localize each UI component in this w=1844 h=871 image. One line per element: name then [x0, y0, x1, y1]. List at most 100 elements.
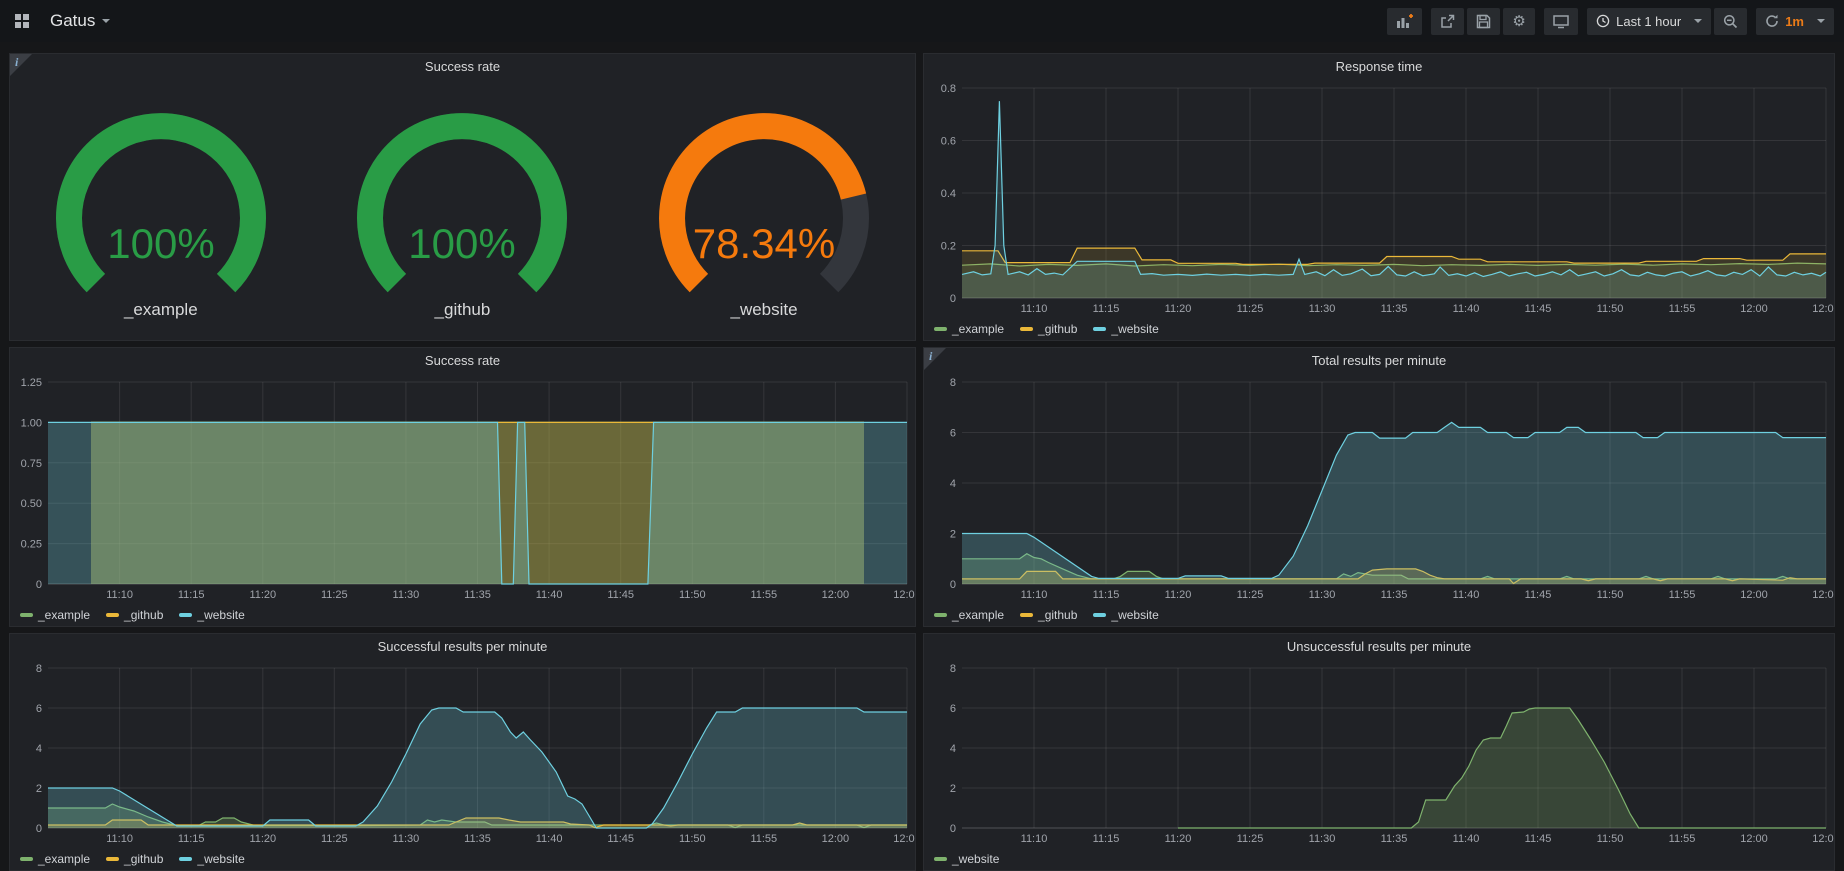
svg-text:11:55: 11:55 [750, 589, 777, 601]
panel-title[interactable]: Success rate [10, 348, 915, 374]
svg-text:11:20: 11:20 [249, 589, 276, 601]
panel-title[interactable]: Success rate [10, 54, 915, 80]
svg-text:11:55: 11:55 [1669, 833, 1696, 845]
zoom-out-button[interactable] [1714, 8, 1747, 35]
svg-text:11:40: 11:40 [536, 833, 563, 845]
svg-text:11:35: 11:35 [464, 833, 491, 845]
legend-label: _website [952, 852, 999, 866]
legend-swatch [1093, 613, 1106, 617]
legend-label: _website [197, 852, 244, 866]
svg-text:11:10: 11:10 [106, 833, 133, 845]
legend-item[interactable]: _github [1020, 322, 1077, 336]
svg-text:8: 8 [950, 663, 956, 675]
cycle-view-button[interactable] [1544, 8, 1578, 35]
legend-label: _website [197, 608, 244, 622]
panel-title[interactable]: Response time [924, 54, 1834, 80]
gauge-label: _github [435, 300, 491, 320]
save-button[interactable] [1467, 8, 1500, 35]
panel-title[interactable]: Unsuccessful results per minute [924, 634, 1834, 660]
svg-text:11:10: 11:10 [1021, 303, 1048, 315]
svg-text:0.6: 0.6 [941, 136, 956, 148]
svg-text:6: 6 [950, 428, 956, 440]
svg-text:2: 2 [950, 783, 956, 795]
legend-item[interactable]: _example [20, 608, 90, 622]
svg-text:11:15: 11:15 [178, 833, 205, 845]
panel-title[interactable]: Successful results per minute [10, 634, 915, 660]
svg-text:11:35: 11:35 [1381, 303, 1408, 315]
svg-text:11:45: 11:45 [1525, 589, 1552, 601]
legend-item[interactable]: _website [934, 852, 999, 866]
success-rate-chart[interactable]: 11:1011:1511:2011:2511:3011:3511:4011:45… [10, 374, 915, 602]
settings-button[interactable]: ⚙ [1503, 8, 1535, 35]
legend-item[interactable]: _github [106, 852, 163, 866]
svg-text:11:20: 11:20 [249, 833, 276, 845]
legend-swatch [934, 613, 947, 617]
dashboards-menu-button[interactable] [10, 9, 34, 33]
svg-text:11:25: 11:25 [1237, 303, 1264, 315]
svg-text:11:30: 11:30 [1309, 303, 1336, 315]
svg-text:11:50: 11:50 [1597, 589, 1624, 601]
refresh-button[interactable]: 1m [1756, 8, 1834, 35]
svg-text:11:45: 11:45 [1525, 303, 1552, 315]
dashboard-title-dropdown[interactable]: Gatus [44, 11, 110, 31]
legend-item[interactable]: _website [1093, 322, 1158, 336]
total-results-chart[interactable]: 11:1011:1511:2011:2511:3011:3511:4011:45… [924, 374, 1834, 602]
legend-item[interactable]: _github [106, 608, 163, 622]
legend-label: _example [952, 322, 1004, 336]
share-button[interactable] [1431, 8, 1464, 35]
time-range-picker[interactable]: Last 1 hour [1587, 8, 1711, 35]
legend-swatch [179, 613, 192, 617]
gauge-arc: 100% [311, 86, 613, 298]
svg-text:11:45: 11:45 [607, 589, 634, 601]
response-time-chart[interactable]: 11:1011:1511:2011:2511:3011:3511:4011:45… [924, 80, 1834, 316]
gauge: 100%_github [312, 86, 614, 320]
legend-swatch [934, 857, 947, 861]
legend-item[interactable]: _website [179, 852, 244, 866]
legend-item[interactable]: _example [934, 322, 1004, 336]
chart-legend: _example _github _website [20, 852, 245, 866]
chart-canvas: 11:1011:1511:2011:2511:3011:3511:4011:45… [10, 374, 915, 602]
legend-swatch [934, 327, 947, 331]
gear-icon: ⚙ [1512, 14, 1525, 29]
legend-label: _example [38, 852, 90, 866]
legend-item[interactable]: _website [179, 608, 244, 622]
unsuccessful-results-chart[interactable]: 11:1011:1511:2011:2511:3011:3511:4011:45… [924, 660, 1834, 846]
svg-text:11:35: 11:35 [464, 589, 491, 601]
legend-label: _github [124, 852, 163, 866]
tv-monitor-icon [1553, 14, 1569, 29]
legend-item[interactable]: _website [1093, 608, 1158, 622]
add-panel-button[interactable] [1387, 8, 1422, 35]
panel-title[interactable]: Total results per minute [924, 348, 1834, 374]
svg-text:0.4: 0.4 [941, 188, 956, 200]
legend-swatch [1020, 327, 1033, 331]
zoom-out-icon [1723, 14, 1738, 29]
svg-text:12:05: 12:05 [1812, 589, 1834, 601]
legend-item[interactable]: _example [934, 608, 1004, 622]
successful-results-chart[interactable]: 11:1011:1511:2011:2511:3011:3511:4011:45… [10, 660, 915, 846]
legend-label: _website [1111, 322, 1158, 336]
gauge-label: _example [124, 300, 198, 320]
legend-item[interactable]: _example [20, 852, 90, 866]
svg-text:11:30: 11:30 [393, 589, 420, 601]
svg-text:11:25: 11:25 [321, 833, 348, 845]
time-range-label: Last 1 hour [1616, 14, 1681, 29]
legend-label: _github [1038, 322, 1077, 336]
chart-canvas: 11:1011:1511:2011:2511:3011:3511:4011:45… [924, 80, 1834, 316]
svg-text:11:15: 11:15 [178, 589, 205, 601]
legend-item[interactable]: _github [1020, 608, 1077, 622]
svg-text:11:45: 11:45 [607, 833, 634, 845]
legend-swatch [20, 857, 33, 861]
panel-success-rate-timeseries: Success rate 11:1011:1511:2011:2511:3011… [9, 347, 916, 627]
svg-text:12:00: 12:00 [822, 589, 850, 601]
svg-text:12:05: 12:05 [893, 589, 915, 601]
svg-text:11:20: 11:20 [1165, 303, 1192, 315]
svg-text:0.50: 0.50 [21, 498, 42, 510]
chevron-down-icon [1817, 19, 1825, 23]
gauge-row: 100%_example100%_github78.34%_website [10, 86, 915, 320]
svg-text:11:20: 11:20 [1165, 833, 1192, 845]
dashboard-title: Gatus [50, 11, 95, 31]
svg-text:0: 0 [950, 293, 956, 305]
svg-text:11:55: 11:55 [750, 833, 777, 845]
grid-icon [14, 13, 30, 29]
svg-text:12:00: 12:00 [822, 833, 850, 845]
